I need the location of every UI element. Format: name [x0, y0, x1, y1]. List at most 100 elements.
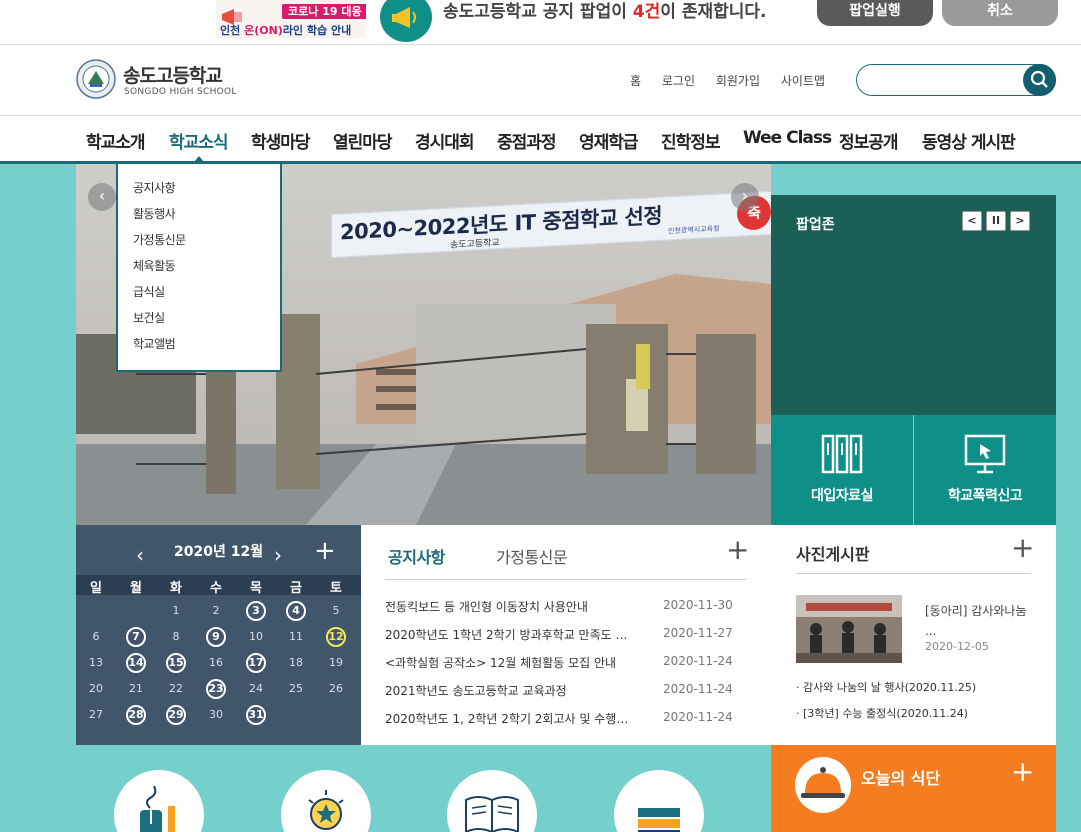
notice-row[interactable]: 2020학년도 1, 2학년 2학기 2회고사 및 수행평가 안내 2020-11… — [385, 710, 746, 730]
calendar-month-title: 2020년 12월 — [174, 544, 264, 560]
admission-archive-link[interactable]: 대입자료실 — [771, 415, 913, 525]
search-button[interactable] — [1023, 64, 1056, 96]
site-header: 송도고등학교 SONGDO HIGH SCHOOL 홈 로그인 회원가입 사이트… — [0, 45, 1081, 116]
todays-meal[interactable]: 오늘의 식단 + — [771, 745, 1056, 832]
calendar-day[interactable]: 3 — [236, 601, 276, 621]
submenu-item-health[interactable]: 보건실 — [118, 309, 280, 335]
calendar-day[interactable]: 4 — [276, 601, 316, 621]
school-name[interactable]: 송도고등학교 — [123, 61, 223, 88]
calendar-prev-month-button[interactable]: ‹ — [136, 543, 144, 567]
calendar-day[interactable]: 9 — [196, 627, 236, 647]
submenu-item-album[interactable]: 학교앨범 — [118, 335, 280, 361]
todays-meal-more-button[interactable]: + — [1011, 755, 1034, 788]
slide-next-button[interactable]: › — [731, 183, 759, 211]
calendar-next-month-button[interactable]: › — [274, 543, 282, 567]
submenu-item-sports[interactable]: 체육활동 — [118, 257, 280, 283]
gnb-item-video[interactable]: 동영상 게시판 — [922, 128, 1016, 153]
megaphone-icon — [380, 0, 432, 42]
calendar-day[interactable]: 23 — [196, 679, 236, 699]
notice-row[interactable]: 2020학년도 1학년 2학기 방과후학교 만족도 조사 2020-11-27 — [385, 626, 746, 646]
notice-row[interactable]: <과학실험 공작소> 12월 체험활동 모집 안내 2020-11-24 — [385, 654, 746, 674]
search-input[interactable] — [856, 64, 1056, 96]
notice-more-button[interactable]: + — [726, 533, 749, 566]
calendar-more-button[interactable]: + — [314, 536, 336, 566]
popup-thumbnail[interactable]: 코로나 19 대응 인천 온(ON)라인 학습 안내 — [216, 0, 366, 38]
calendar-day[interactable]: 28 — [116, 705, 156, 725]
calendar-weekday: 금 — [290, 581, 302, 596]
notice-row-title: 2021학년도 송도고등학교 교육과정 — [385, 684, 567, 698]
calendar-day[interactable]: 31 — [236, 705, 276, 725]
util-sitemap-link[interactable]: 사이트맵 — [781, 74, 825, 88]
calendar-day[interactable]: 14 — [116, 653, 156, 673]
book-stack-icon — [638, 808, 680, 832]
calendar-day: 8 — [172, 630, 180, 643]
tab-newsletter[interactable]: 가정통신문 — [496, 544, 568, 568]
calendar-weekday: 월 — [130, 581, 142, 596]
popup-thumbnail-text: 인천 온(ON)라인 학습 안내 — [220, 24, 352, 37]
calendar-day[interactable]: 17 — [236, 653, 276, 673]
submenu-item-notice[interactable]: 공지사항 — [118, 179, 280, 205]
gnb-item-news[interactable]: 학교소식 — [169, 128, 229, 153]
photo-thumbnail[interactable] — [796, 595, 902, 663]
calendar-day: 26 — [329, 682, 343, 695]
calendar-day: 19 — [329, 656, 343, 669]
calendar-day: 22 — [169, 682, 183, 695]
gnb-item-contest[interactable]: 경시대회 — [415, 128, 475, 153]
notice-row[interactable]: 전동킥보드 등 개인형 이동장치 사용안내 2020-11-30 — [385, 598, 746, 618]
slide-banner-org: 인천광역시교육청 — [668, 224, 720, 236]
notice-row[interactable]: 2021학년도 송도고등학교 교육과정 2020-11-24 — [385, 682, 746, 702]
calendar-weekday-header: 일월화수목금토 — [76, 575, 361, 596]
gnb-item-disclosure[interactable]: 정보공개 — [839, 128, 899, 153]
notice-row-date: 2020-11-30 — [663, 598, 733, 612]
calendar-day[interactable]: 12 — [316, 627, 356, 647]
utility-links: 홈 로그인 회원가입 사이트맵 — [630, 72, 842, 89]
gnb-item-focus-course[interactable]: 중점과정 — [497, 128, 557, 153]
gnb-item-wee-class[interactable]: Wee Class — [743, 128, 832, 148]
calendar-day: 2 — [212, 604, 220, 617]
photo-link-item[interactable]: · [3학년] 수능 출정식(2020.11.24) — [796, 705, 968, 721]
util-home-link[interactable]: 홈 — [630, 74, 641, 88]
notice-row-date: 2020-11-24 — [663, 710, 733, 724]
calendar-weekday: 목 — [250, 581, 262, 596]
slide-prev-button[interactable]: ‹ — [88, 183, 116, 211]
calendar-day[interactable]: 29 — [156, 705, 196, 725]
school-violence-report-link[interactable]: 학교폭력신고 — [914, 415, 1056, 525]
gnb-item-open[interactable]: 열린마당 — [333, 128, 393, 153]
gnb-item-admission[interactable]: 진학정보 — [661, 128, 721, 153]
gnb-item-about[interactable]: 학교소개 — [86, 128, 146, 153]
photo-board: 사진게시판 + [동아리] 감사와나눔 ... 2020-12-05 · 감사와… — [771, 525, 1056, 745]
photo-caption[interactable]: [동아리] 감사와나눔 ... — [925, 601, 1035, 641]
popup-notice-bar: 코로나 19 대응 인천 온(ON)라인 학습 안내 송도고등학교 공지 팝업이… — [0, 0, 1081, 45]
calendar-day: 5 — [332, 604, 340, 617]
notice-row-date: 2020-11-24 — [663, 682, 733, 696]
submenu-item-newsletter[interactable]: 가정통신문 — [118, 231, 280, 257]
util-login-link[interactable]: 로그인 — [662, 74, 695, 88]
popup-cancel-button[interactable]: 취소 — [942, 0, 1058, 26]
popup-zone-pause-button[interactable]: II — [986, 211, 1006, 231]
monitor-click-icon — [964, 434, 1006, 474]
popup-zone-next-button[interactable]: > — [1010, 211, 1030, 231]
popup-zone-title: 팝업존 — [796, 217, 835, 233]
submenu-item-cafeteria[interactable]: 급식실 — [118, 283, 280, 309]
photo-board-divider — [796, 573, 1031, 574]
todays-meal-title: 오늘의 식단 — [861, 769, 941, 788]
school-logo-emblem[interactable] — [76, 59, 116, 99]
food-cloche-icon — [795, 757, 851, 813]
tab-notice[interactable]: 공지사항 — [388, 544, 445, 568]
photo-link-item[interactable]: · 감사와 나눔의 날 행사(2020.11.25) — [796, 679, 976, 695]
photo-board-more-button[interactable]: + — [1011, 531, 1034, 564]
gnb-item-student[interactable]: 학생마당 — [251, 128, 311, 153]
submenu-item-events[interactable]: 활동행사 — [118, 205, 280, 231]
notice-row-title: 2020학년도 1, 2학년 2학기 2회고사 및 수행평가 안내 — [385, 712, 635, 726]
notice-board: 공지사항 가정통신문 + 전동킥보드 등 개인형 이동장치 사용안내 2020-1… — [361, 525, 771, 745]
util-join-link[interactable]: 회원가입 — [716, 74, 760, 88]
popup-zone-prev-button[interactable]: < — [962, 211, 982, 231]
gnb-item-gifted[interactable]: 영재학급 — [579, 128, 639, 153]
calendar-day[interactable]: 7 — [116, 627, 156, 647]
calendar-day[interactable]: 15 — [156, 653, 196, 673]
popup-run-button[interactable]: 팝업실행 — [817, 0, 933, 26]
slide-banner-school: 송도고등학교 — [450, 238, 500, 251]
notice-row-date: 2020-11-24 — [663, 654, 733, 668]
calendar-day: 24 — [249, 682, 263, 695]
calendar-day: 27 — [89, 708, 103, 721]
